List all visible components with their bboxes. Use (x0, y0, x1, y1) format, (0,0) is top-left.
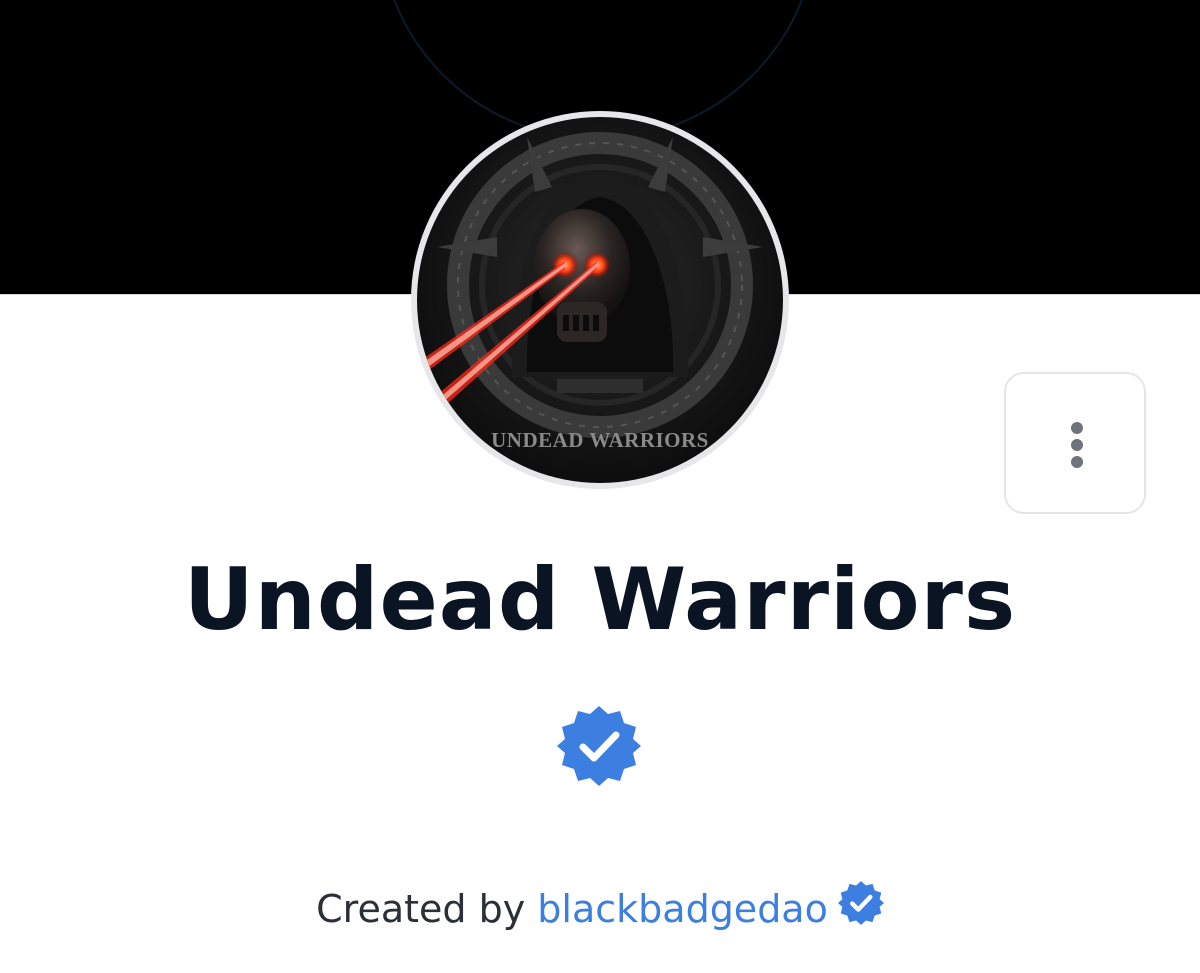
avatar-caption: UNDEAD WARRIORS (491, 428, 709, 452)
creator-link[interactable]: blackbadgedao (537, 887, 828, 931)
creator-line: Created by blackbadgedao (0, 880, 1200, 937)
more-options-button[interactable] (1004, 372, 1146, 514)
creator-verified-badge-icon (837, 881, 884, 925)
collection-page: UNDEAD WARRIORS Undead Warriors Created … (0, 0, 1200, 973)
verified-badge-icon (557, 706, 641, 786)
collection-title: Undead Warriors (183, 550, 1017, 650)
avatar-image: UNDEAD WARRIORS (417, 117, 783, 483)
more-vertical-icon (1071, 422, 1083, 468)
creator-prefix: Created by (316, 887, 526, 931)
collection-avatar[interactable]: UNDEAD WARRIORS (411, 111, 789, 489)
